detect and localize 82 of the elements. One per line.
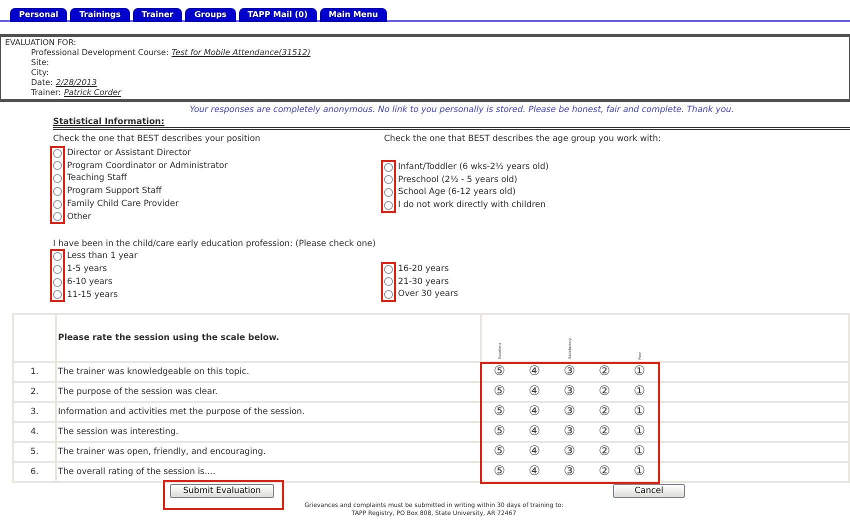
rating-option[interactable]: ① [634, 444, 646, 460]
field-label: City: [31, 68, 49, 78]
rating-option[interactable]: ② [598, 424, 610, 440]
rating-option[interactable]: ④ [528, 424, 540, 440]
row-number: 6. [30, 466, 39, 477]
radio-option[interactable]: 16-20 years [384, 262, 449, 276]
rating-option[interactable]: ② [598, 444, 610, 460]
question-prompt: Check the one that BEST describes your position [53, 132, 260, 145]
radio-option[interactable]: Less than 1 year [53, 250, 138, 263]
row-number: 4. [30, 426, 39, 437]
field-link[interactable]: Test for Mobile Attendance(31512) [172, 48, 310, 58]
rating-option[interactable]: ① [634, 384, 646, 400]
rating-option[interactable]: ② [598, 464, 610, 480]
statement-text: The trainer was open, friendly, and encouraging. [58, 446, 266, 457]
rating-option[interactable]: ⑤ [494, 424, 506, 440]
evaluation-heading: EVALUATION FOR: [5, 38, 76, 48]
nav-tab[interactable]: Personal [10, 8, 68, 22]
rating-option[interactable]: ③ [564, 364, 576, 380]
nav-tab[interactable]: Trainer [132, 8, 182, 22]
field-label: Professional Development Course: [31, 48, 169, 58]
rating-option[interactable]: ⑤ [494, 364, 506, 380]
question-prompt: I have been in the child/care early education profession: (Please check one) [53, 238, 376, 250]
nav-tab[interactable]: TAPP Mail (0) [238, 8, 317, 22]
table-heading: Please rate the session using the scale below. [58, 332, 280, 343]
radio-option[interactable]: 1-5 years [53, 263, 107, 276]
rating-option[interactable]: ⑤ [494, 404, 506, 420]
nav-tab[interactable]: Trainings [70, 8, 130, 22]
radio-option[interactable]: Teaching Staff [53, 172, 127, 185]
rating-option[interactable]: ② [598, 364, 610, 380]
rating-option[interactable]: ③ [564, 464, 576, 480]
rating-option[interactable]: ④ [528, 444, 540, 460]
statement-text: The purpose of the session was clear. [58, 386, 218, 397]
form-button[interactable]: Submit Evaluation [170, 484, 274, 498]
radio-option[interactable]: 21-30 years [384, 276, 449, 288]
radio-option[interactable]: Director or Assistant Director [53, 146, 191, 160]
rating-option[interactable]: ③ [564, 404, 576, 420]
rating-option[interactable]: ② [598, 384, 610, 400]
rating-option[interactable]: ④ [528, 404, 540, 420]
radio-option[interactable]: Preschool (2½ - 5 years old) [384, 174, 518, 186]
statement-text: Information and activities met the purpose of the session. [58, 406, 305, 417]
rating-option[interactable]: ① [634, 364, 646, 380]
anonymity-notice: Your responses are completely anonymous. No link to you personally is stored. Please be honest, fair and complete. Thank you. [190, 104, 734, 117]
question-prompt: Check the one that BEST describes the age group you work with: [384, 132, 661, 145]
rating-option[interactable]: ② [598, 404, 610, 420]
row-number: 3. [30, 406, 39, 417]
statement-text: The trainer was knowledgeable on this topic. [58, 366, 250, 377]
rating-option[interactable]: ④ [528, 364, 540, 380]
row-number: 1. [30, 366, 39, 377]
form-button[interactable]: Cancel [613, 484, 685, 498]
field-link[interactable]: Patrick Corder [64, 88, 121, 98]
rating-option[interactable]: ⑤ [494, 444, 506, 460]
row-number: 5. [30, 446, 39, 457]
field-label: Site: [31, 58, 50, 68]
field-link[interactable]: 2/28/2013 [56, 78, 97, 88]
rating-option[interactable]: ③ [564, 384, 576, 400]
field-label: Date: [31, 78, 53, 88]
statement-text: The session was interesting. [58, 426, 178, 437]
rating-option[interactable]: ③ [564, 444, 576, 460]
rating-option[interactable]: ④ [528, 384, 540, 400]
rating-option[interactable]: ⑤ [494, 464, 506, 480]
radio-option[interactable]: Program Support Staff [53, 185, 162, 198]
rating-option[interactable]: ③ [564, 424, 576, 440]
statement-text: The overall rating of the session is.... [58, 466, 216, 477]
rating-option[interactable]: ① [634, 464, 646, 480]
radio-option[interactable]: Infant/Toddler (6 wks-2½ years old) [384, 160, 549, 174]
radio-option[interactable]: Other [53, 210, 92, 224]
radio-option[interactable]: Program Coordinator or Administrator [53, 160, 228, 172]
radio-option[interactable]: 6-10 years [53, 276, 112, 288]
radio-option[interactable]: Over 30 years [384, 288, 458, 301]
radio-option[interactable]: Family Child Care Provider [53, 198, 179, 210]
rating-option[interactable]: ④ [528, 464, 540, 480]
radio-option[interactable]: 11-15 years [53, 288, 118, 302]
nav-tab[interactable]: Groups [185, 8, 236, 22]
radio-option[interactable]: I do not work directly with children [384, 199, 546, 212]
row-number: 2. [30, 386, 39, 397]
rating-option[interactable]: ① [634, 424, 646, 440]
section-heading: Statistical Information: [53, 116, 164, 127]
nav-tab[interactable]: Main Menu [320, 8, 387, 22]
field-label: Trainer: [31, 88, 61, 98]
rating-option[interactable]: ① [634, 404, 646, 420]
rating-option[interactable]: ⑤ [494, 384, 506, 400]
radio-option[interactable]: School Age (6-12 years old) [384, 186, 516, 199]
